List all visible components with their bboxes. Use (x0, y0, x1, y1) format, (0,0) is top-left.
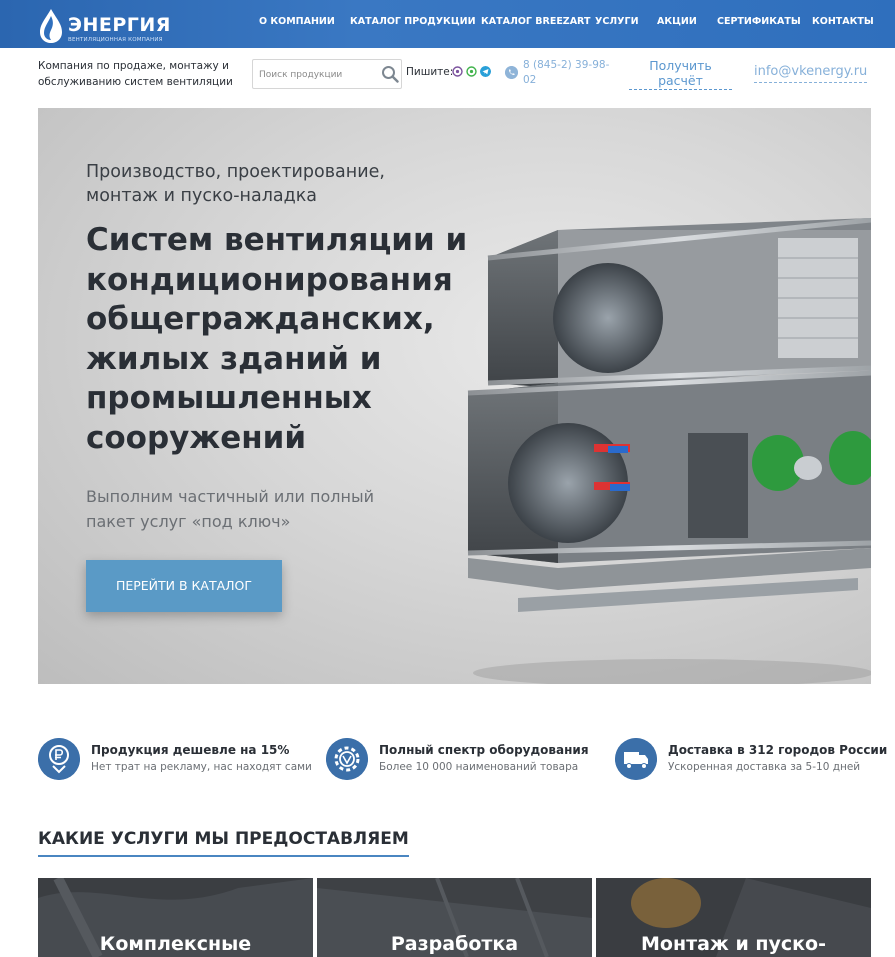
company-description: Компания по продаже, монтажу и обслужива… (38, 60, 233, 88)
phone-number[interactable]: 8 (845-2) 39-98-02 (523, 58, 613, 88)
phone-icon (505, 66, 518, 79)
brand-subtitle: ВЕНТИЛЯЦИОННАЯ КОМПАНИЯ (68, 37, 163, 43)
email-link[interactable]: info@vkenergy.ru (754, 64, 868, 83)
ventilation-unit-image (465, 218, 871, 684)
logo[interactable]: ЭНЕРГИЯ ВЕНТИЛЯЦИОННАЯ КОМПАНИЯ (38, 8, 170, 43)
service-label: Монтаж и пуско- (641, 933, 826, 955)
service-card-installation[interactable]: Монтаж и пуско- (596, 878, 871, 957)
nav-item-contacts[interactable]: КОНТАКТЫ (812, 16, 874, 27)
hero-title: Систем вентиляции и кондиционирования об… (86, 222, 468, 456)
nav-item-breezart[interactable]: КАТАЛОГ BREEZART (481, 16, 590, 27)
go-to-catalog-button[interactable]: ПЕРЕЙТИ В КАТАЛОГ (86, 560, 282, 612)
gear-icon (326, 738, 368, 780)
viber-icon[interactable] (452, 66, 463, 77)
whatsapp-icon[interactable] (466, 66, 477, 77)
feature-range-title: Полный спектр оборудования (379, 743, 589, 757)
search-input[interactable] (259, 66, 379, 84)
feature-price-title: Продукция дешевле на 15% (91, 743, 290, 757)
search-box (252, 59, 402, 89)
top-navbar: ЭНЕРГИЯ ВЕНТИЛЯЦИОННАЯ КОМПАНИЯ О КОМПАН… (0, 0, 895, 48)
service-card-complex[interactable]: Комплексные (38, 878, 313, 957)
service-card-design[interactable]: Разработка (317, 878, 592, 957)
nav-item-about[interactable]: О КОМПАНИИ (259, 16, 335, 27)
feature-range-text: Более 10 000 наименований товара (379, 761, 579, 773)
drop-logo-icon (40, 9, 62, 43)
nav-item-certificates[interactable]: СЕРТИФИКАТЫ (717, 16, 801, 27)
telegram-icon[interactable] (480, 66, 491, 77)
nav-item-promotions[interactable]: АКЦИИ (657, 16, 697, 27)
write-label: Пишите: (406, 66, 454, 78)
search-icon[interactable] (381, 65, 399, 83)
hero-description: Выполним частичный или полный пакет услу… (86, 487, 374, 531)
ruble-icon (38, 738, 80, 780)
brand-name: ЭНЕРГИЯ (68, 14, 171, 36)
feature-price-text: Нет трат на рекламу, нас находят сами (91, 761, 312, 773)
feature-delivery-title: Доставка в 312 городов России (668, 743, 888, 757)
hero-subtitle: Производство, проектирование, монтаж и п… (86, 162, 385, 206)
feature-price: Продукция дешевле на 15% Нет трат на рек… (38, 738, 312, 782)
service-label: Комплексные (99, 933, 252, 955)
feature-range: Полный спектр оборудования Более 10 000 … (326, 738, 596, 782)
get-quote-link[interactable]: Получить расчёт (629, 58, 732, 90)
services-heading: КАКИЕ УСЛУГИ МЫ ПРЕДОСТАВЛЯЕМ (38, 829, 409, 857)
truck-icon (615, 738, 657, 780)
feature-delivery-text: Ускоренная доставка за 5-10 дней (668, 761, 861, 773)
service-label: Разработка (390, 933, 519, 955)
nav-item-catalog[interactable]: КАТАЛОГ ПРОДУКЦИИ (350, 16, 476, 27)
nav-item-services[interactable]: УСЛУГИ (595, 16, 639, 27)
feature-delivery: Доставка в 312 городов России Ускоренная… (615, 738, 888, 782)
hero-banner: Производство, проектирование, монтаж и п… (38, 108, 871, 684)
